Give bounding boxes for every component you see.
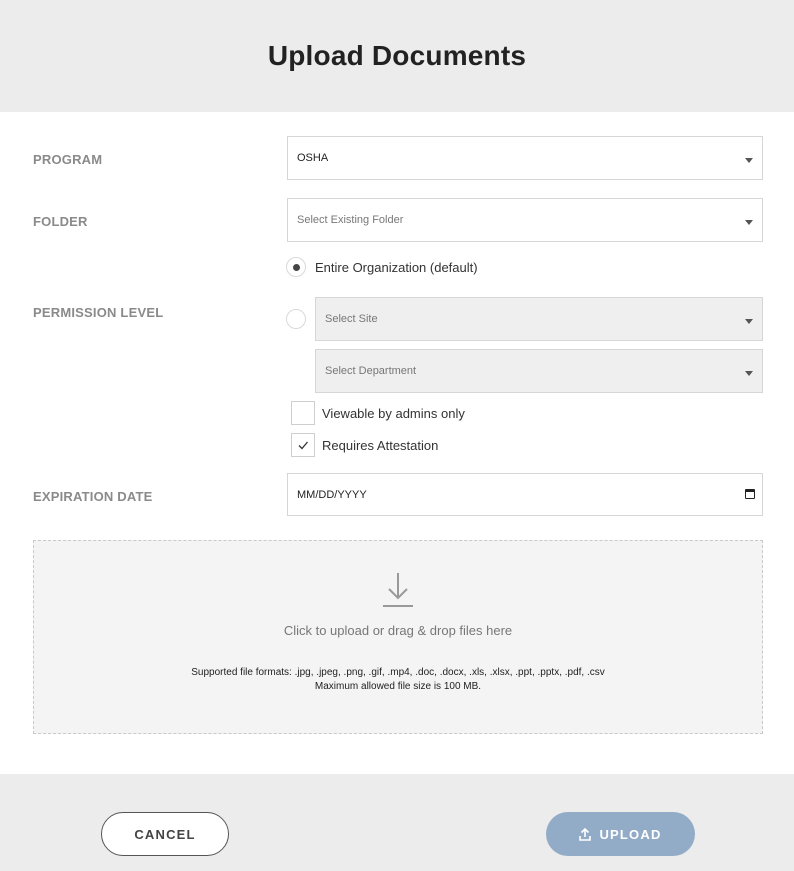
radio-entire-organization-label: Entire Organization (default) [315, 260, 478, 275]
attestation-checkbox[interactable] [291, 433, 315, 457]
folder-label: FOLDER [33, 214, 88, 229]
supported-formats-text: Supported file formats: .jpg, .jpeg, .pn… [191, 667, 605, 678]
chevron-down-icon [745, 220, 753, 225]
chevron-down-icon [745, 158, 753, 163]
expiration-date-placeholder: MM/DD/YYYY [297, 488, 367, 501]
chevron-down-icon [745, 371, 753, 376]
checkmark-icon [298, 441, 308, 450]
attestation-label: Requires Attestation [322, 438, 439, 453]
site-select-placeholder: Select Site [325, 313, 378, 325]
dialog-footer: CANCEL UPLOAD [0, 774, 794, 871]
page-title: Upload Documents [267, 40, 527, 71]
department-select[interactable]: Select Department [315, 349, 763, 393]
expiration-date-input[interactable]: MM/DD/YYYY [287, 473, 763, 516]
site-select[interactable]: Select Site [315, 297, 763, 341]
cancel-button[interactable]: CANCEL [101, 812, 229, 856]
upload-button[interactable]: UPLOAD [546, 812, 695, 856]
program-label: PROGRAM [33, 152, 103, 167]
radio-entire-organization[interactable] [286, 257, 306, 277]
upload-button-label: UPLOAD [599, 826, 662, 842]
program-select-value: OSHA [297, 152, 329, 164]
department-select-placeholder: Select Department [325, 365, 417, 377]
page-header: Upload Documents [0, 0, 794, 112]
file-dropzone[interactable]: Click to upload or drag & drop files her… [33, 540, 763, 734]
cancel-button-label: CANCEL [134, 826, 196, 842]
expiration-date-label: EXPIRATION DATE [33, 489, 153, 504]
radio-site-department[interactable] [286, 309, 306, 329]
radio-selected-dot [293, 264, 300, 271]
chevron-down-icon [745, 319, 753, 324]
download-icon [383, 573, 413, 607]
upload-icon [579, 827, 592, 841]
admins-only-label: Viewable by admins only [322, 406, 465, 421]
calendar-icon[interactable] [745, 489, 755, 499]
admins-only-checkbox[interactable] [291, 401, 315, 425]
permission-level-label: PERMISSION LEVEL [33, 305, 164, 320]
program-select[interactable]: OSHA [287, 136, 763, 180]
folder-select[interactable]: Select Existing Folder [287, 198, 763, 242]
folder-select-placeholder: Select Existing Folder [297, 214, 404, 226]
dropzone-instruction: Click to upload or drag & drop files her… [283, 623, 513, 638]
max-file-size-text: Maximum allowed file size is 100 MB. [314, 681, 482, 692]
